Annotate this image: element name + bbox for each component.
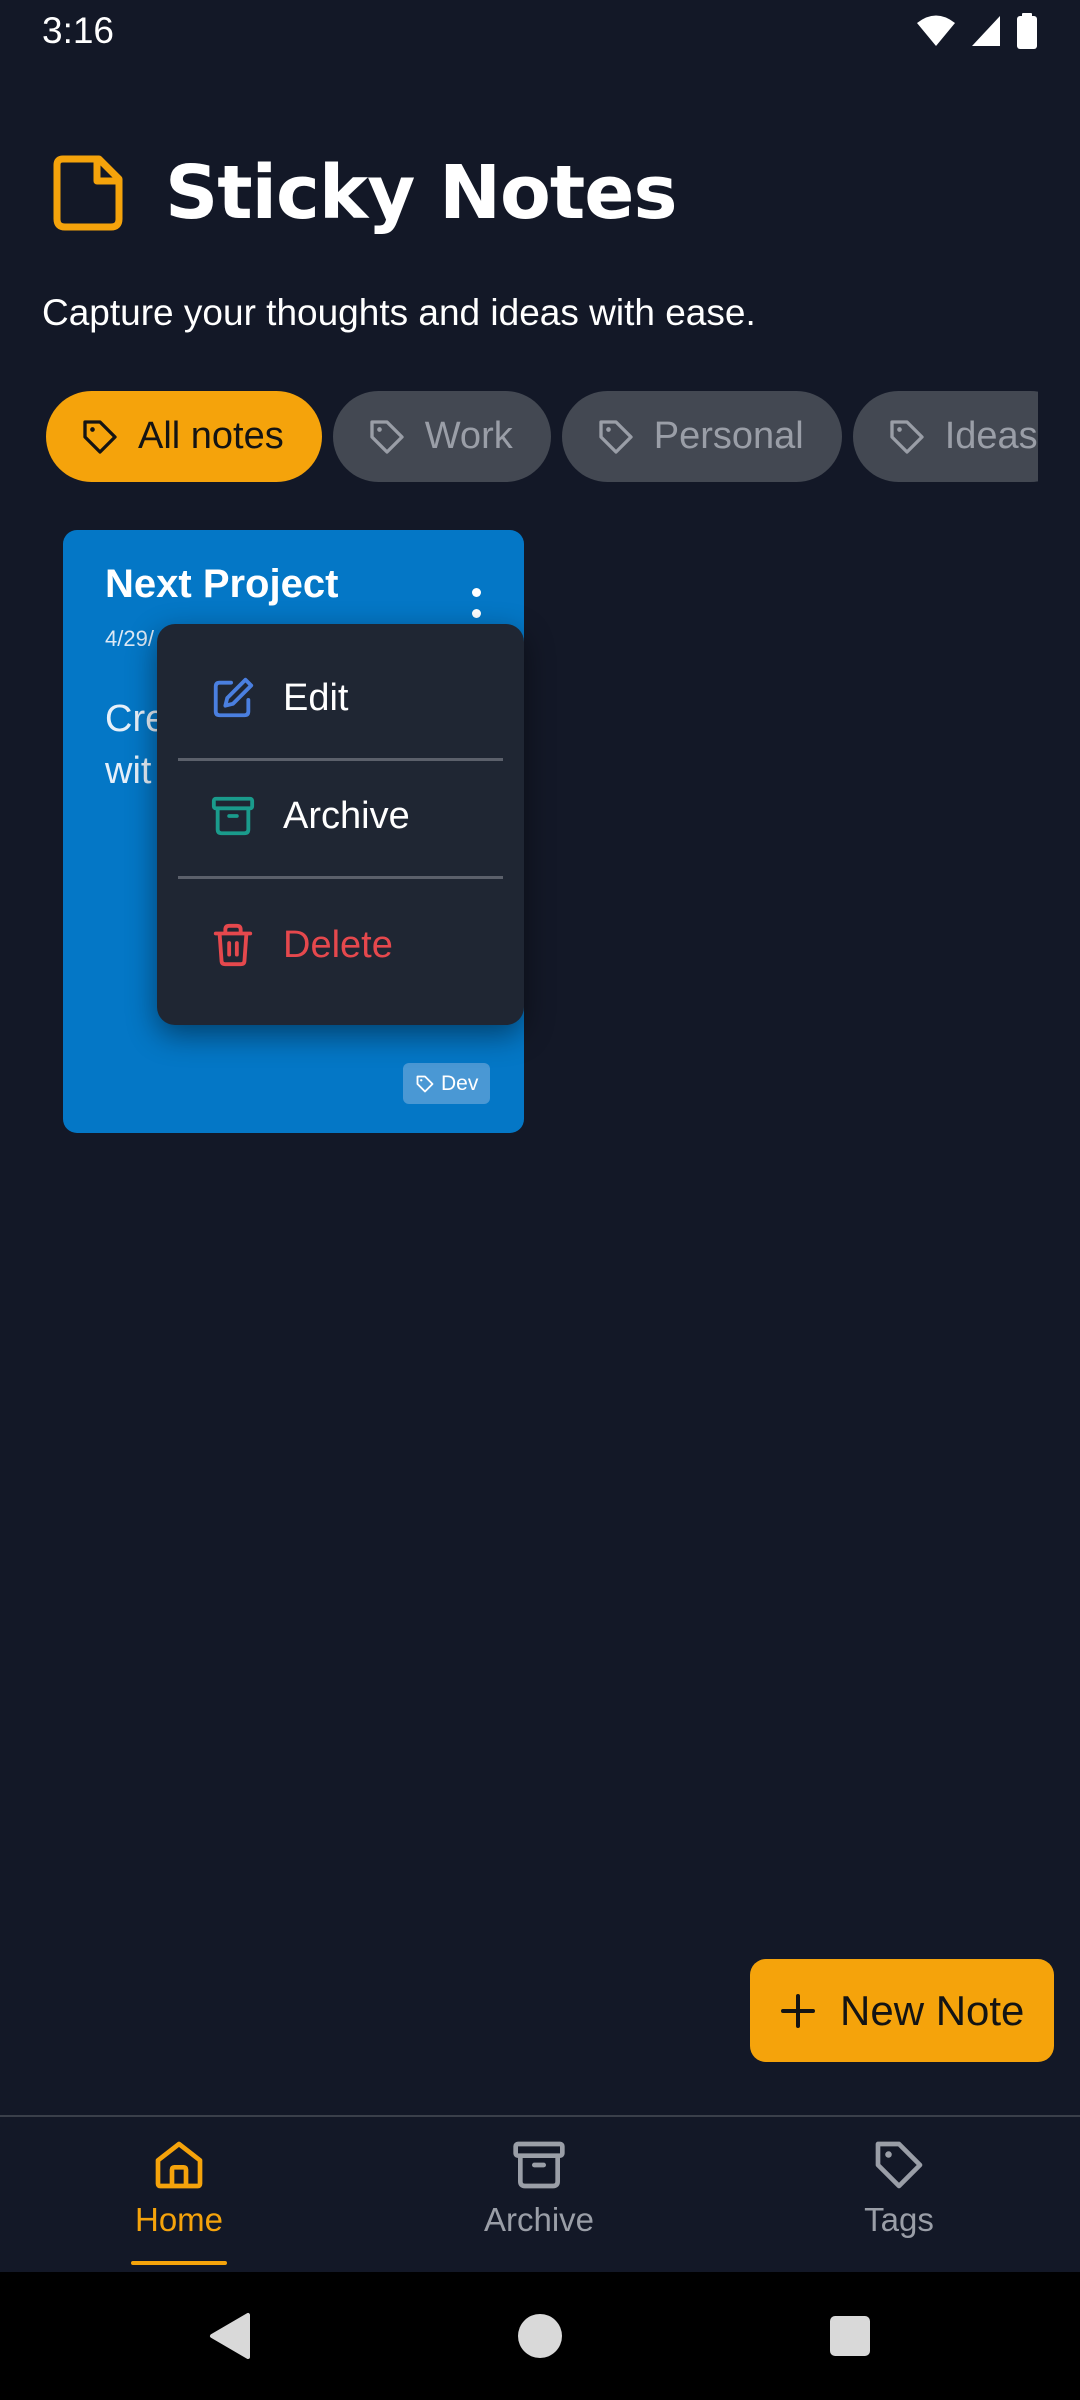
nav-item-tags[interactable]: Tags (799, 2117, 999, 2272)
tag-icon (599, 419, 633, 454)
plus-icon (781, 1993, 815, 2028)
app-header: Sticky Notes (45, 150, 677, 236)
tag-icon (875, 2141, 923, 2189)
bottom-navigation: Home Archive Tags (0, 2115, 1080, 2272)
back-button[interactable] (195, 2272, 265, 2400)
chip-label: All notes (138, 415, 284, 457)
page-subtitle: Capture your thoughts and ideas with eas… (42, 292, 756, 333)
chip-label: Ideas (944, 415, 1038, 457)
note-tag-label: Dev (441, 1071, 479, 1095)
chip-work[interactable]: Work (332, 391, 551, 482)
note-date: 4/29/ (105, 626, 154, 651)
status-time: 3:16 (42, 10, 115, 51)
note-context-menu: Edit Archive Delete (157, 624, 524, 1025)
tag-icon (83, 419, 117, 454)
chip-personal[interactable]: Personal (561, 391, 842, 482)
cellular-signal-icon (972, 16, 1000, 46)
chip-label: Work (424, 415, 513, 457)
status-icons (916, 13, 1038, 49)
page-title: Sticky Notes (165, 150, 677, 236)
home-icon (155, 2141, 203, 2189)
chip-all-notes[interactable]: All notes (46, 391, 322, 482)
battery-icon (1017, 13, 1037, 49)
nav-label: Archive (483, 2201, 595, 2238)
note-body-line: Cre (105, 698, 165, 740)
archive-icon (211, 796, 255, 836)
new-note-label: New Note (840, 1986, 1025, 2034)
tag-icon (370, 419, 404, 454)
edit-icon (213, 677, 254, 718)
archive-icon (513, 2141, 565, 2189)
status-bar: 3:16 (0, 0, 1080, 62)
note-logo-icon (53, 155, 123, 231)
note-body-line: wit (105, 750, 152, 792)
recents-square-icon (830, 2316, 870, 2356)
tag-icon (416, 1075, 434, 1092)
recents-button[interactable] (815, 2272, 885, 2400)
system-navigation-bar (0, 2272, 1080, 2400)
menu-item-archive[interactable]: Archive (157, 766, 524, 866)
tag-icon (890, 419, 924, 454)
menu-item-label: Delete (283, 923, 393, 966)
menu-item-edit[interactable]: Edit (157, 648, 524, 748)
nav-label: Tags (864, 2201, 934, 2238)
menu-divider (178, 758, 503, 761)
menu-item-label: Archive (283, 794, 410, 837)
nav-item-archive[interactable]: Archive (439, 2117, 639, 2272)
note-body: Cre wit (105, 693, 165, 797)
wifi-icon (917, 15, 955, 46)
tag-filter-chips: All notes Work Personal Ideas (46, 391, 1038, 483)
new-note-button[interactable]: New Note (750, 1959, 1054, 2062)
menu-divider (178, 876, 503, 879)
home-circle-icon (518, 2314, 562, 2358)
note-title: Next Project (105, 562, 339, 606)
menu-item-delete[interactable]: Delete (157, 890, 524, 1000)
chip-ideas[interactable]: Ideas (852, 391, 1038, 482)
nav-item-home[interactable]: Home (79, 2117, 279, 2272)
home-system-button[interactable] (505, 2272, 575, 2400)
note-tag-badge: Dev (403, 1063, 491, 1104)
active-indicator (131, 2261, 227, 2265)
trash-icon (213, 923, 253, 967)
nav-label: Home (134, 2201, 224, 2238)
chip-label: Personal (653, 415, 804, 457)
menu-item-label: Edit (283, 676, 349, 719)
back-triangle-icon (210, 2313, 250, 2359)
